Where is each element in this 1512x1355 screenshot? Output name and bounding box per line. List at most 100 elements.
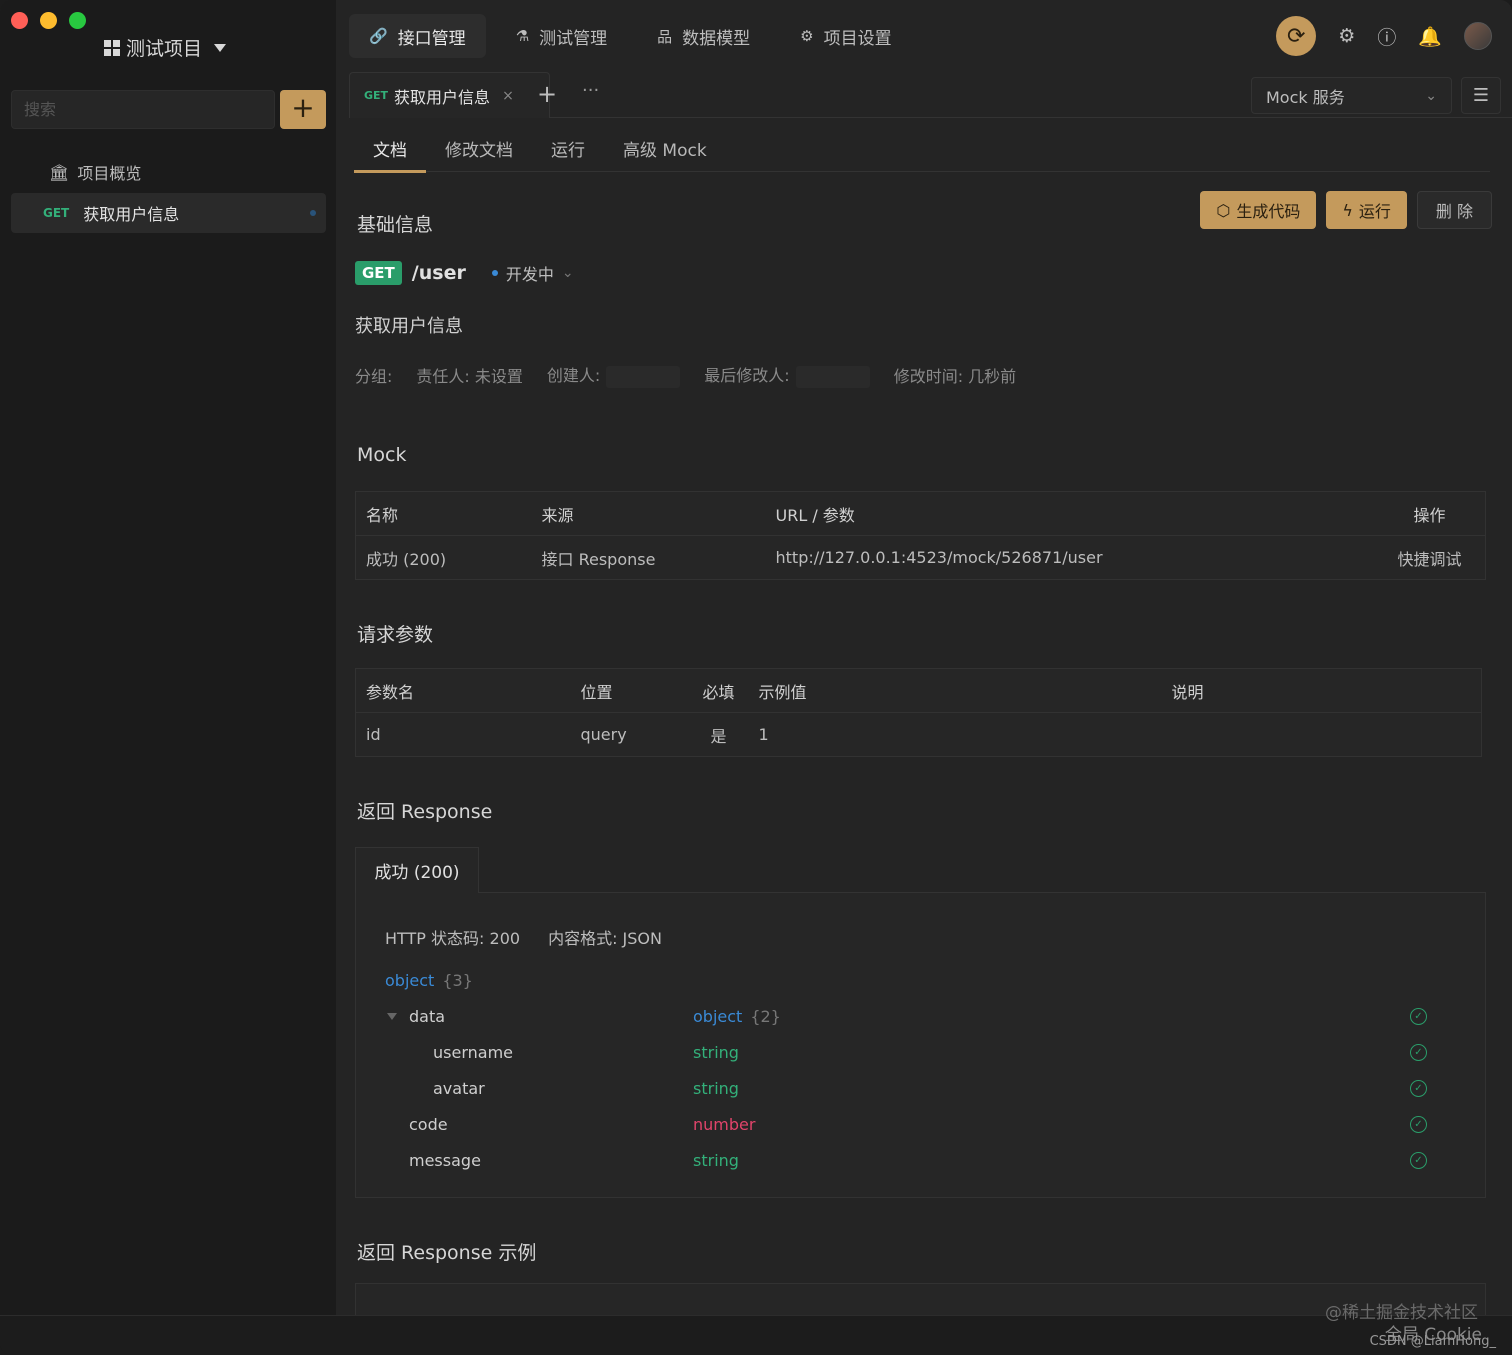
field-count: {2} xyxy=(750,1006,781,1026)
sidebar-item-label: 获取用户信息 xyxy=(83,205,180,224)
subtab-run[interactable]: 运行 xyxy=(532,124,604,172)
cell: 接口 Response xyxy=(541,549,656,569)
avatar[interactable] xyxy=(1464,22,1492,50)
main-panel: 🔗 接口管理 ⚗ 测试管理 品 数据模型 ⚙ 项目设置 ⟳ ⚙ ⓘ 🔔 GET … xyxy=(336,0,1512,1355)
column-header: URL / 参数 xyxy=(765,491,1366,536)
meta-group: 分组: xyxy=(355,366,393,386)
column-header: 名称 xyxy=(355,491,532,536)
redacted xyxy=(606,365,681,388)
new-tab-button[interactable]: + xyxy=(537,80,557,108)
button-label: 运行 xyxy=(1358,202,1391,221)
doc-tab-get-user[interactable]: GET 获取用户信息 × xyxy=(349,72,550,118)
schema-field-avatar[interactable]: avatar string ✓ xyxy=(433,1073,1485,1103)
add-button[interactable]: + xyxy=(280,90,326,129)
mock-service-select[interactable]: Mock 服务 ⌄ xyxy=(1251,77,1452,114)
check-circle-icon: ✓ xyxy=(1410,1007,1427,1025)
sidebar-item-label: 项目概览 xyxy=(77,164,142,183)
minimize-window-button[interactable] xyxy=(40,12,57,29)
action-buttons: ⬡ 生成代码 ϟ 运行 删 除 xyxy=(1200,191,1492,229)
model-icon: 品 xyxy=(657,27,673,46)
response-schema: HTTP 状态码: 200 内容格式: JSON object {3} data… xyxy=(355,893,1486,1198)
response-meta: HTTP 状态码: 200 内容格式: JSON xyxy=(385,925,662,949)
subtab-edit-docs[interactable]: 修改文档 xyxy=(426,124,532,172)
schema-field-message[interactable]: message string ✓ xyxy=(409,1145,1485,1175)
type-label: object xyxy=(693,1006,743,1026)
project-switcher[interactable]: 测试项目 xyxy=(104,34,227,61)
meta-creator: 创建人: xyxy=(546,366,601,385)
cell: 1 xyxy=(758,725,769,744)
doc-tab-label: 获取用户信息 xyxy=(394,87,491,107)
http-status: HTTP 状态码: 200 xyxy=(385,929,521,948)
search-input[interactable] xyxy=(11,90,275,129)
column-header: 必填 xyxy=(692,668,749,713)
status-dot-icon xyxy=(491,270,498,276)
cell xyxy=(1162,713,1482,757)
sync-icon[interactable]: ⟳ xyxy=(1276,16,1317,56)
document-tabs: GET 获取用户信息 × + ··· Mock 服务 ⌄ ☰ xyxy=(349,72,1512,118)
tab-data-model[interactable]: 品 数据模型 xyxy=(637,14,770,58)
schema-field-data[interactable]: data object {2} ✓ xyxy=(387,1001,1485,1031)
section-heading-response: 返回 Response xyxy=(357,801,493,823)
chevron-down-icon: ⌄ xyxy=(561,265,574,281)
lightning-icon: ϟ xyxy=(1342,200,1353,220)
meta-owner: 责任人: 未设置 xyxy=(416,366,523,386)
help-icon[interactable]: ⓘ xyxy=(1377,23,1396,50)
field-name: code xyxy=(409,1114,448,1134)
bell-icon[interactable]: 🔔 xyxy=(1418,25,1442,48)
meta-last-editor: 最后修改人: xyxy=(704,366,790,385)
method-badge: GET xyxy=(43,206,70,220)
check-circle-icon: ✓ xyxy=(1410,1079,1427,1097)
close-icon[interactable]: × xyxy=(502,88,514,104)
api-meta: 分组: 责任人: 未设置 创建人: 最后修改人: 修改时间: 几秒前 xyxy=(355,362,1016,388)
run-button[interactable]: ϟ 运行 xyxy=(1326,191,1407,229)
tab-test-management[interactable]: ⚗ 测试管理 xyxy=(496,14,627,58)
type-label: string xyxy=(693,1078,739,1098)
quick-debug-link[interactable]: 快捷调试 xyxy=(1366,536,1486,580)
window-controls xyxy=(11,12,86,29)
delete-button[interactable]: 删 除 xyxy=(1416,191,1492,229)
type-label: string xyxy=(693,1150,739,1170)
subtab-docs[interactable]: 文档 xyxy=(354,124,426,173)
link-icon: 🔗 xyxy=(369,27,388,45)
settings-icon[interactable]: ⚙ xyxy=(1338,25,1355,47)
mock-table: 名称 来源 URL / 参数 操作 成功 (200) 接口 Response h… xyxy=(355,491,1486,580)
caret-down-icon xyxy=(214,43,227,52)
mock-url[interactable]: http://127.0.0.1:4523/mock/526871/user xyxy=(766,536,1366,580)
cell: 是 xyxy=(710,726,727,746)
cube-icon: ⬡ xyxy=(1216,200,1231,220)
subtab-advanced-mock[interactable]: 高级 Mock xyxy=(604,124,726,172)
type-label: object xyxy=(385,970,435,990)
status-dropdown[interactable]: 开发中 ⌄ xyxy=(491,261,574,285)
more-tabs-button[interactable]: ··· xyxy=(582,80,599,101)
chevron-down-icon: ⌄ xyxy=(1425,87,1437,104)
schema-field-username[interactable]: username string ✓ xyxy=(433,1037,1485,1067)
redacted xyxy=(795,365,870,388)
table-row: 成功 (200) 接口 Response http://127.0.0.1:45… xyxy=(356,536,1486,580)
field-name: username xyxy=(433,1042,513,1062)
table-header: 名称 来源 URL / 参数 操作 xyxy=(355,491,1486,536)
tab-api-management[interactable]: 🔗 接口管理 xyxy=(349,14,486,58)
check-circle-icon: ✓ xyxy=(1410,1115,1427,1133)
check-circle-icon: ✓ xyxy=(1410,1043,1427,1061)
select-value: Mock 服务 xyxy=(1266,87,1345,107)
list-icon[interactable]: ☰ xyxy=(1461,77,1501,114)
response-tab-200[interactable]: 成功 (200) xyxy=(355,847,479,894)
tab-project-settings[interactable]: ⚙ 项目设置 xyxy=(780,14,911,58)
column-header: 来源 xyxy=(531,491,766,536)
cell: query xyxy=(580,725,627,744)
schema-field-code[interactable]: code number ✓ xyxy=(409,1109,1485,1139)
section-heading-basic: 基础信息 xyxy=(357,214,434,236)
generate-code-button[interactable]: ⬡ 生成代码 xyxy=(1200,191,1317,229)
sidebar-item-get-user[interactable]: GET 获取用户信息 xyxy=(11,193,326,233)
sidebar-item-overview[interactable]: 🏛 项目概览 xyxy=(11,152,326,192)
table-row: id query 是 1 xyxy=(356,713,1482,757)
app-window: 测试项目 + 🏛 项目概览 GET 获取用户信息 🔗 接口管理 ⚗ 测试管理 xyxy=(0,0,1512,1355)
check-circle-icon: ✓ xyxy=(1410,1151,1427,1169)
button-label: 生成代码 xyxy=(1236,202,1301,221)
watermark: CSDN @LiamHong_ xyxy=(1369,1334,1496,1349)
collapse-triangle-icon[interactable] xyxy=(387,1012,397,1020)
close-window-button[interactable] xyxy=(11,12,28,29)
meta-modified: 修改时间: 几秒前 xyxy=(893,366,1017,386)
maximize-window-button[interactable] xyxy=(69,12,86,29)
api-line: GET /user 开发中 ⌄ xyxy=(355,261,574,285)
